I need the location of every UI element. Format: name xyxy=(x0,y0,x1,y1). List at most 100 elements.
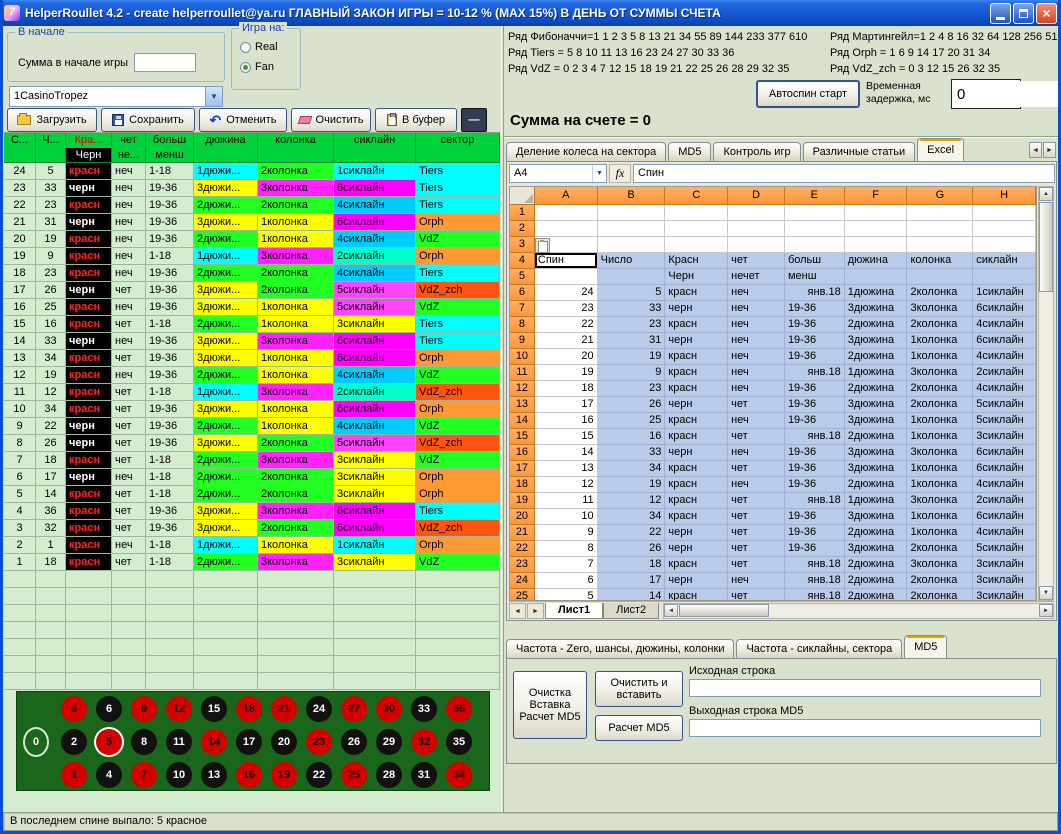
sheet-nav-right-button[interactable]: ► xyxy=(527,603,544,619)
excel-cell-H19[interactable]: 2сиклайн xyxy=(973,493,1036,509)
excel-cell-B25[interactable]: 14 xyxy=(598,589,666,601)
excel-cell-F9[interactable]: 3дюжина xyxy=(845,333,908,349)
horizontal-scroll-thumb[interactable] xyxy=(679,604,769,617)
excel-cell-C15[interactable]: красн xyxy=(665,429,728,445)
excel-cell-D22[interactable]: чет xyxy=(728,541,785,557)
excel-row-header-3[interactable]: 3 xyxy=(510,237,535,253)
excel-cell-A19[interactable]: 11 xyxy=(535,493,598,509)
excel-cell-G4[interactable]: колонка xyxy=(907,253,973,269)
excel-cell-B5[interactable] xyxy=(598,269,666,285)
excel-cell-H7[interactable]: 6сиклайн xyxy=(973,301,1036,317)
excel-cell-G9[interactable]: 1колонка xyxy=(907,333,973,349)
excel-cell-B10[interactable]: 19 xyxy=(598,349,666,365)
excel-cell-B6[interactable]: 5 xyxy=(598,285,666,301)
excel-cell-C24[interactable]: черн xyxy=(665,573,728,589)
excel-cell-A21[interactable]: 9 xyxy=(535,525,598,541)
excel-cell-E12[interactable]: 19-36 xyxy=(785,381,845,397)
excel-cell-F2[interactable] xyxy=(845,221,908,237)
excel-col-header-B[interactable]: B xyxy=(598,187,666,205)
excel-row-header-19[interactable]: 19 xyxy=(510,493,535,509)
excel-cell-H16[interactable]: 6сиклайн xyxy=(973,445,1036,461)
excel-cell-C4[interactable]: Красн xyxy=(665,253,728,269)
excel-cell-D8[interactable]: неч xyxy=(728,317,785,333)
copy-to-buffer-button[interactable]: В буфер xyxy=(375,108,457,132)
excel-cell-G8[interactable]: 2колонка xyxy=(907,317,973,333)
excel-cell-G7[interactable]: 3колонка xyxy=(907,301,973,317)
excel-cell-D16[interactable]: неч xyxy=(728,445,785,461)
excel-cell-H10[interactable]: 4сиклайн xyxy=(973,349,1036,365)
excel-cell-D13[interactable]: чет xyxy=(728,397,785,413)
excel-row-header-13[interactable]: 13 xyxy=(510,397,535,413)
excel-cell-H20[interactable]: 6сиклайн xyxy=(973,509,1036,525)
excel-cell-F12[interactable]: 2дюжина xyxy=(845,381,908,397)
excel-cell-C17[interactable]: красн xyxy=(665,461,728,477)
excel-cell-D24[interactable]: неч xyxy=(728,573,785,589)
scroll-up-button[interactable]: ▲ xyxy=(1039,187,1053,201)
excel-cell-D4[interactable]: чет xyxy=(728,253,785,269)
excel-cell-G23[interactable]: 3колонка xyxy=(907,557,973,573)
excel-cell-A7[interactable]: 23 xyxy=(535,301,598,317)
excel-cell-D2[interactable] xyxy=(728,221,785,237)
excel-cell-D5[interactable]: нечет xyxy=(728,269,785,285)
excel-cell-B2[interactable] xyxy=(598,221,666,237)
excel-cell-C11[interactable]: красн xyxy=(665,365,728,381)
excel-cell-A14[interactable]: 16 xyxy=(535,413,598,429)
collapse-button[interactable]: — xyxy=(461,108,487,132)
wheel-number-10[interactable]: 10 xyxy=(166,762,192,788)
excel-cell-A22[interactable]: 8 xyxy=(535,541,598,557)
save-button[interactable]: Сохранить xyxy=(101,108,195,132)
excel-cell-A24[interactable]: 6 xyxy=(535,573,598,589)
scroll-left-button[interactable]: ◄ xyxy=(664,604,678,617)
wheel-number-9[interactable]: 9 xyxy=(131,696,157,722)
excel-cell-E5[interactable]: менш xyxy=(785,269,845,285)
wheel-number-15[interactable]: 15 xyxy=(201,696,227,722)
excel-cell-A8[interactable]: 22 xyxy=(535,317,598,333)
wheel-number-12[interactable]: 12 xyxy=(166,696,192,722)
excel-cell-G22[interactable]: 2колонка xyxy=(907,541,973,557)
excel-col-header-A[interactable]: A xyxy=(535,187,598,205)
excel-cell-D20[interactable]: чет xyxy=(728,509,785,525)
wheel-number-4[interactable]: 4 xyxy=(96,762,122,788)
wheel-number-30[interactable]: 30 xyxy=(376,696,402,722)
radio-fan[interactable]: Fan xyxy=(240,61,274,73)
excel-row-header-18[interactable]: 18 xyxy=(510,477,535,493)
excel-cell-E22[interactable]: 19-36 xyxy=(785,541,845,557)
excel-cell-G3[interactable] xyxy=(907,237,973,253)
excel-cell-H22[interactable]: 5сиклайн xyxy=(973,541,1036,557)
excel-cell-G6[interactable]: 2колонка xyxy=(907,285,973,301)
excel-cell-D12[interactable]: неч xyxy=(728,381,785,397)
wheel-number-31[interactable]: 31 xyxy=(411,762,437,788)
excel-cell-F22[interactable]: 3дюжина xyxy=(845,541,908,557)
excel-cell-F15[interactable]: 2дюжина xyxy=(845,429,908,445)
excel-cell-C22[interactable]: черн xyxy=(665,541,728,557)
excel-cell-E1[interactable] xyxy=(785,205,845,221)
excel-cell-H25[interactable]: 3сиклайн xyxy=(973,589,1036,601)
excel-cell-G1[interactable] xyxy=(907,205,973,221)
excel-cell-G18[interactable]: 1колонка xyxy=(907,477,973,493)
tab-game-control[interactable]: Контроль игр xyxy=(713,142,800,161)
tab-md5[interactable]: MD5 xyxy=(668,142,711,161)
excel-cell-A11[interactable]: 19 xyxy=(535,365,598,381)
excel-cell-H9[interactable]: 6сиклайн xyxy=(973,333,1036,349)
excel-cell-D17[interactable]: чет xyxy=(728,461,785,477)
excel-cell-C20[interactable]: красн xyxy=(665,509,728,525)
wheel-number-21[interactable]: 21 xyxy=(271,696,297,722)
calc-md5-button[interactable]: Расчет MD5 xyxy=(595,715,683,741)
excel-cell-E2[interactable] xyxy=(785,221,845,237)
excel-cell-F23[interactable]: 2дюжина xyxy=(845,557,908,573)
excel-cell-D25[interactable]: чет xyxy=(728,589,785,601)
excel-cell-B22[interactable]: 26 xyxy=(598,541,666,557)
start-sum-input[interactable] xyxy=(134,53,196,72)
excel-cell-A13[interactable]: 17 xyxy=(535,397,598,413)
excel-cell-H6[interactable]: 1сиклайн xyxy=(973,285,1036,301)
wheel-number-27[interactable]: 27 xyxy=(341,696,367,722)
casino-select[interactable]: 1CasinoTropez ▼ xyxy=(9,86,223,107)
wheel-number-7[interactable]: 7 xyxy=(131,762,157,788)
excel-cell-C14[interactable]: красн xyxy=(665,413,728,429)
excel-cell-A16[interactable]: 14 xyxy=(535,445,598,461)
excel-row-header-24[interactable]: 24 xyxy=(510,573,535,589)
wheel-number-28[interactable]: 28 xyxy=(376,762,402,788)
vertical-scroll-thumb[interactable] xyxy=(1039,202,1053,292)
excel-cell-F10[interactable]: 2дюжина xyxy=(845,349,908,365)
excel-cell-E10[interactable]: 19-36 xyxy=(785,349,845,365)
